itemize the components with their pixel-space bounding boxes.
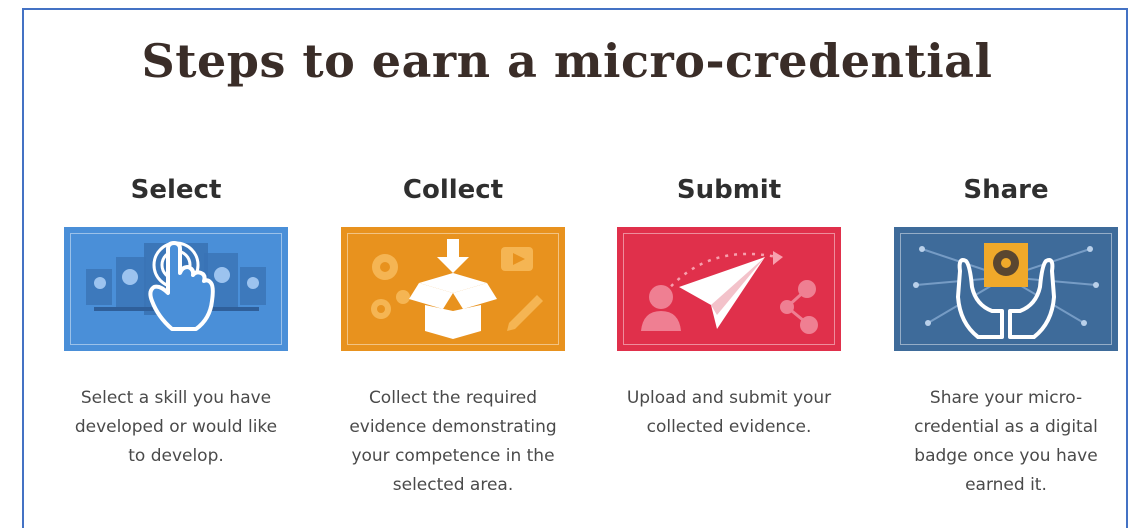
step-heading: Submit bbox=[676, 175, 782, 205]
step-select: Select Select a skill you have developed… bbox=[64, 170, 288, 471]
select-tile bbox=[64, 227, 288, 351]
step-share: Share Share your micro-credential as a d… bbox=[894, 170, 1118, 500]
page-title: Steps to earn a micro-credential bbox=[141, 34, 993, 88]
step-collect: Collect Collect the required evidence de… bbox=[341, 170, 565, 500]
step-submit: Submit Upload and submit your collected … bbox=[617, 170, 841, 442]
paper-plane-icon bbox=[641, 251, 818, 334]
collect-tile bbox=[341, 227, 565, 351]
step-description: Collect the required evidence demonstrat… bbox=[349, 388, 557, 495]
open-box-icon bbox=[371, 239, 543, 339]
pointing-hand-icon bbox=[86, 241, 266, 331]
step-heading: Share bbox=[963, 175, 1049, 205]
step-description: Upload and submit your collected evidenc… bbox=[626, 388, 832, 437]
step-description: Select a skill you have developed or wou… bbox=[74, 388, 278, 466]
step-description: Share your micro-credential as a digital… bbox=[914, 388, 1098, 495]
submit-tile bbox=[617, 227, 841, 351]
share-tile bbox=[894, 227, 1118, 351]
step-heading: Collect bbox=[402, 175, 504, 205]
hands-badge-icon bbox=[913, 243, 1099, 339]
step-heading: Select bbox=[130, 175, 222, 205]
